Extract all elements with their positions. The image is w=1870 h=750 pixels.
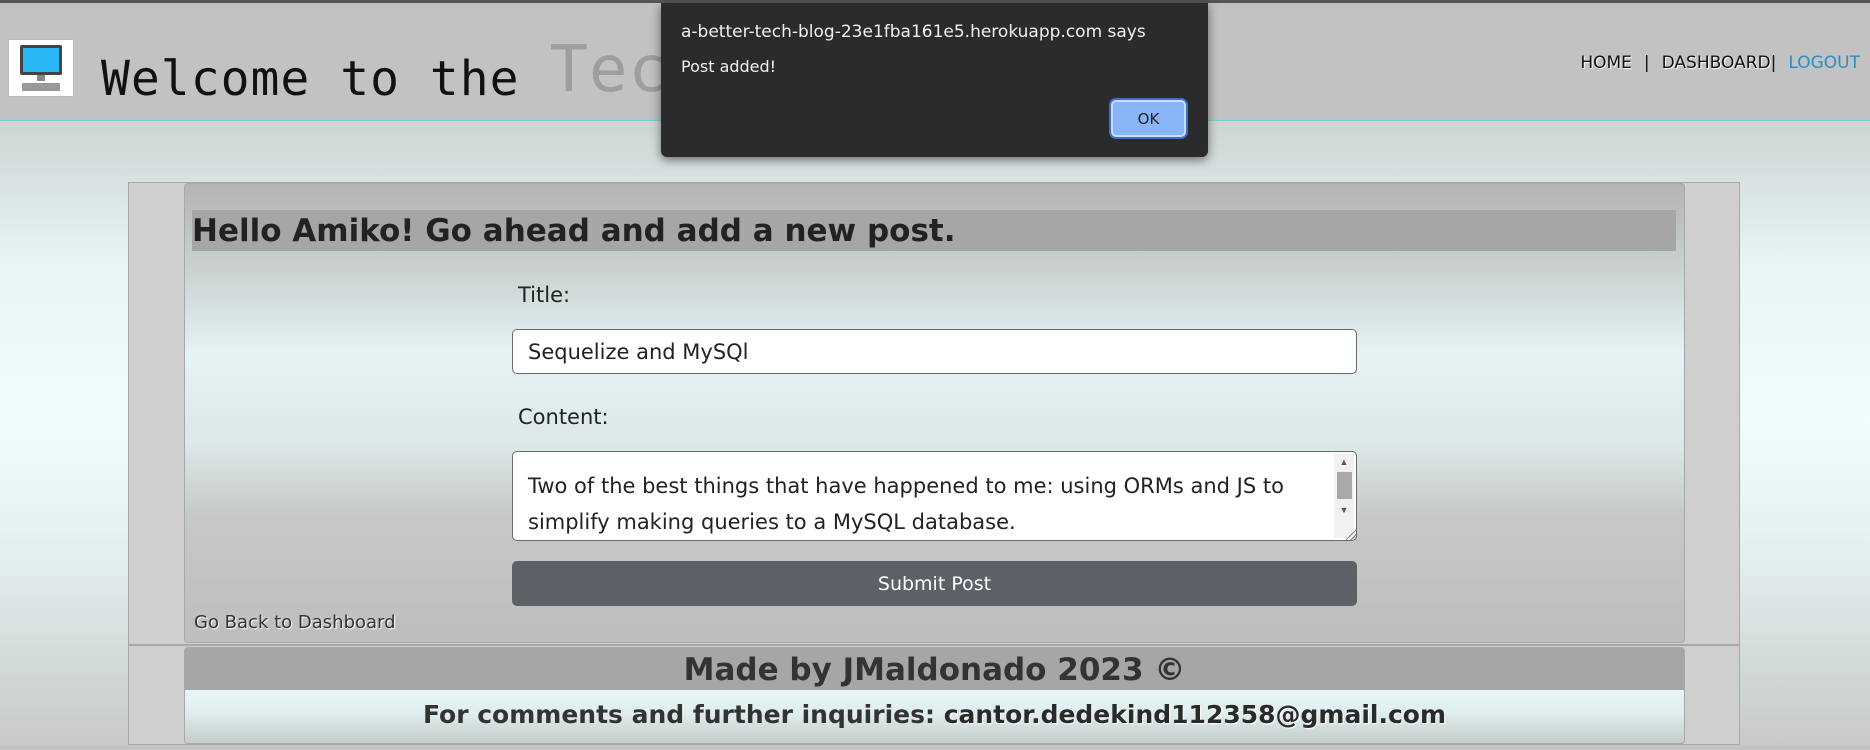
- nav-home-link[interactable]: HOME: [1580, 53, 1632, 73]
- scroll-thumb[interactable]: [1337, 472, 1352, 499]
- submit-post-button[interactable]: Submit Post: [512, 561, 1357, 606]
- alert-dialog-origin: a-better-tech-blog-23e1fba161e5.herokuap…: [681, 22, 1146, 42]
- content-text: Two of the best things that have happene…: [528, 474, 1284, 534]
- nav-dashboard-link[interactable]: DASHBOARD: [1662, 53, 1771, 73]
- scroll-down-arrow-icon[interactable]: ▼: [1334, 502, 1354, 518]
- page-heading: Hello Amiko! Go ahead and add a new post…: [192, 210, 1676, 251]
- footer-contact: For comments and further inquiries: cant…: [185, 698, 1684, 732]
- footer-email-link[interactable]: cantor.dedekind112358@gmail.com: [944, 700, 1446, 729]
- nav-separator: |: [1770, 53, 1777, 73]
- footer-card: Made by JMaldonado 2023 © For comments a…: [184, 647, 1685, 744]
- footer-credit: Made by JMaldonado 2023 ©: [683, 652, 1186, 688]
- title-input[interactable]: [512, 329, 1357, 374]
- computer-monitor-icon: [8, 39, 74, 97]
- page-bottom-edge: [0, 745, 1870, 750]
- alert-dialog: a-better-tech-blog-23e1fba161e5.herokuap…: [661, 3, 1208, 157]
- content-textarea[interactable]: Two of the best things that have happene…: [512, 451, 1357, 541]
- alert-ok-button[interactable]: OK: [1111, 100, 1186, 137]
- site-title-main: Welcome to the: [101, 51, 550, 107]
- alert-dialog-message: Post added!: [681, 57, 777, 76]
- nav-separator: |: [1643, 53, 1650, 73]
- textarea-scrollbar[interactable]: ▲ ▼: [1334, 454, 1354, 538]
- resize-grip-icon[interactable]: [1344, 528, 1356, 540]
- title-label: Title:: [518, 283, 571, 307]
- footer-contact-prefix: For comments and further inquiries:: [422, 700, 944, 729]
- back-to-dashboard-link[interactable]: Go Back to Dashboard: [194, 612, 396, 633]
- content-label: Content:: [518, 405, 609, 429]
- scroll-up-arrow-icon[interactable]: ▲: [1334, 454, 1354, 470]
- main-nav: HOME | DASHBOARD| LOGOUT: [1580, 53, 1860, 73]
- nav-logout-link[interactable]: LOGOUT: [1788, 53, 1860, 73]
- site-title: Welcome to the Tech: [101, 33, 708, 111]
